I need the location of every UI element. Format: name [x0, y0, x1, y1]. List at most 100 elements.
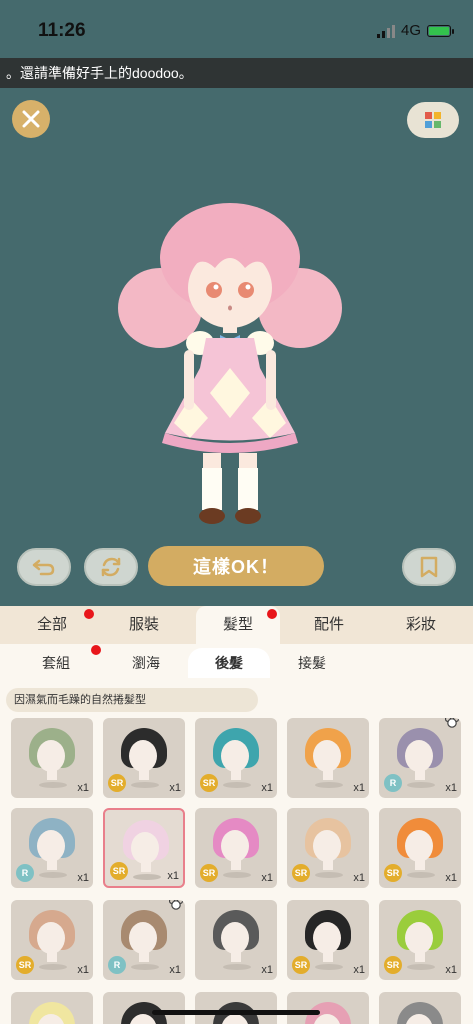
mannequin-neck	[139, 770, 149, 780]
color-grid-icon	[425, 112, 441, 128]
rarity-badge: SR	[292, 956, 310, 974]
notification-dot	[91, 645, 101, 655]
subtab-bangs[interactable]: 瀏海	[104, 648, 188, 678]
confirm-ok-button[interactable]: 這樣OK！	[148, 546, 324, 586]
subtab-label: 套組	[42, 655, 70, 671]
tab-clothing[interactable]: 服裝	[94, 606, 194, 644]
mannequin-face	[405, 830, 433, 862]
hair-item-card[interactable]	[11, 992, 93, 1024]
hair-item-card[interactable]: Rx1	[11, 808, 93, 888]
tab-label: 彩妝	[405, 616, 436, 633]
mannequin-base	[407, 964, 435, 970]
rarity-badge: R	[384, 774, 402, 792]
rarity-badge: SR	[200, 774, 218, 792]
tab-label: 服裝	[128, 616, 159, 633]
mannequin-neck	[323, 860, 333, 870]
mannequin-base	[39, 782, 67, 788]
subtab-extensions[interactable]: 接髮	[270, 648, 354, 678]
hair-item-card[interactable]: SR x1	[287, 808, 369, 888]
hair-item-card[interactable]: x1	[287, 718, 369, 798]
mannequin-face	[313, 830, 341, 862]
hair-item-card[interactable]: SR x1	[287, 900, 369, 980]
item-quantity: x1	[445, 964, 457, 976]
hair-item-card[interactable]	[103, 992, 185, 1024]
close-button[interactable]	[12, 100, 50, 138]
item-description: 因濕氣而毛躁的自然捲髮型	[6, 688, 258, 712]
mannequin-neck	[139, 952, 149, 962]
mannequin-face	[129, 740, 157, 772]
mannequin-neck	[47, 770, 57, 780]
save-outfit-button[interactable]	[402, 548, 456, 586]
rarity-badge: SR	[292, 864, 310, 882]
hair-item-card[interactable]: SR x1	[11, 900, 93, 980]
mannequin-base	[131, 964, 159, 970]
hair-item-card[interactable]: x1	[195, 900, 277, 980]
mannequin-base	[39, 964, 67, 970]
mannequin-neck	[231, 770, 241, 780]
category-tabs: 全部 服裝 髮型 配件 彩妝	[0, 606, 473, 644]
status-right: 4G	[376, 22, 454, 39]
hair-subtabs: 套組 瀏海 後髮 接髮	[0, 644, 473, 680]
mannequin-base	[407, 872, 435, 878]
refresh-icon	[101, 557, 121, 577]
mannequin-neck	[47, 952, 57, 962]
rarity-badge: SR	[384, 956, 402, 974]
item-quantity: x1	[261, 872, 273, 884]
item-quantity: x1	[77, 782, 89, 794]
notification-dot	[267, 609, 277, 619]
hair-item-card[interactable]: SR x1	[103, 808, 185, 888]
item-quantity: x1	[77, 872, 89, 884]
item-quantity: x1	[169, 782, 181, 794]
hair-item-card[interactable]: SR x1	[103, 718, 185, 798]
hair-item-card[interactable]	[195, 992, 277, 1024]
mannequin-face	[221, 830, 249, 862]
undo-button[interactable]	[17, 548, 71, 586]
hair-item-card[interactable]	[379, 992, 461, 1024]
mannequin-base	[315, 964, 343, 970]
mannequin-neck	[415, 952, 425, 962]
signal-icon	[376, 24, 395, 38]
mannequin-neck	[231, 952, 241, 962]
status-time: 11:26	[38, 20, 86, 41]
tab-makeup[interactable]: 彩妝	[378, 606, 464, 644]
subtab-back-hair[interactable]: 後髮	[188, 648, 270, 678]
item-quantity: x1	[261, 782, 273, 794]
rarity-badge: R	[16, 864, 34, 882]
mannequin-face	[37, 740, 65, 772]
network-label: 4G	[400, 22, 421, 39]
item-quantity: x1	[167, 870, 179, 882]
subtab-label: 接髮	[298, 655, 326, 671]
hair-item-card[interactable]: SR x1	[379, 808, 461, 888]
subtab-set[interactable]: 套組	[14, 648, 98, 678]
subtab-label: 瀏海	[132, 655, 160, 671]
hair-item-card[interactable]: x1	[11, 718, 93, 798]
hair-item-card[interactable]: Rx1	[379, 718, 461, 798]
item-quantity: x1	[445, 782, 457, 794]
item-quantity: x1	[353, 782, 365, 794]
layout-toggle-button[interactable]	[407, 102, 459, 138]
mannequin-base	[315, 782, 343, 788]
tab-label: 髮型	[222, 616, 253, 633]
mannequin-neck	[231, 860, 241, 870]
mannequin-neck	[323, 952, 333, 962]
tab-label: 全部	[36, 616, 67, 633]
bookmark-icon	[420, 556, 438, 578]
hair-item-card[interactable]: Rx1	[103, 900, 185, 980]
hair-item-card[interactable]	[287, 992, 369, 1024]
hair-item-card[interactable]: SR x1	[195, 718, 277, 798]
close-icon	[22, 110, 40, 128]
hair-item-card[interactable]: SR x1	[195, 808, 277, 888]
reset-button[interactable]	[84, 548, 138, 586]
rarity-badge: R	[108, 956, 126, 974]
tab-accessories[interactable]: 配件	[286, 606, 372, 644]
mannequin-face	[221, 922, 249, 954]
rarity-badge: SR	[200, 864, 218, 882]
battery-icon	[427, 24, 454, 37]
mannequin-neck	[415, 770, 425, 780]
undo-icon	[32, 559, 55, 576]
hair-item-card[interactable]: SR x1	[379, 900, 461, 980]
bear-icon	[444, 718, 460, 731]
item-quantity: x1	[261, 964, 273, 976]
mannequin-neck	[141, 862, 151, 872]
mannequin-base	[223, 872, 251, 878]
